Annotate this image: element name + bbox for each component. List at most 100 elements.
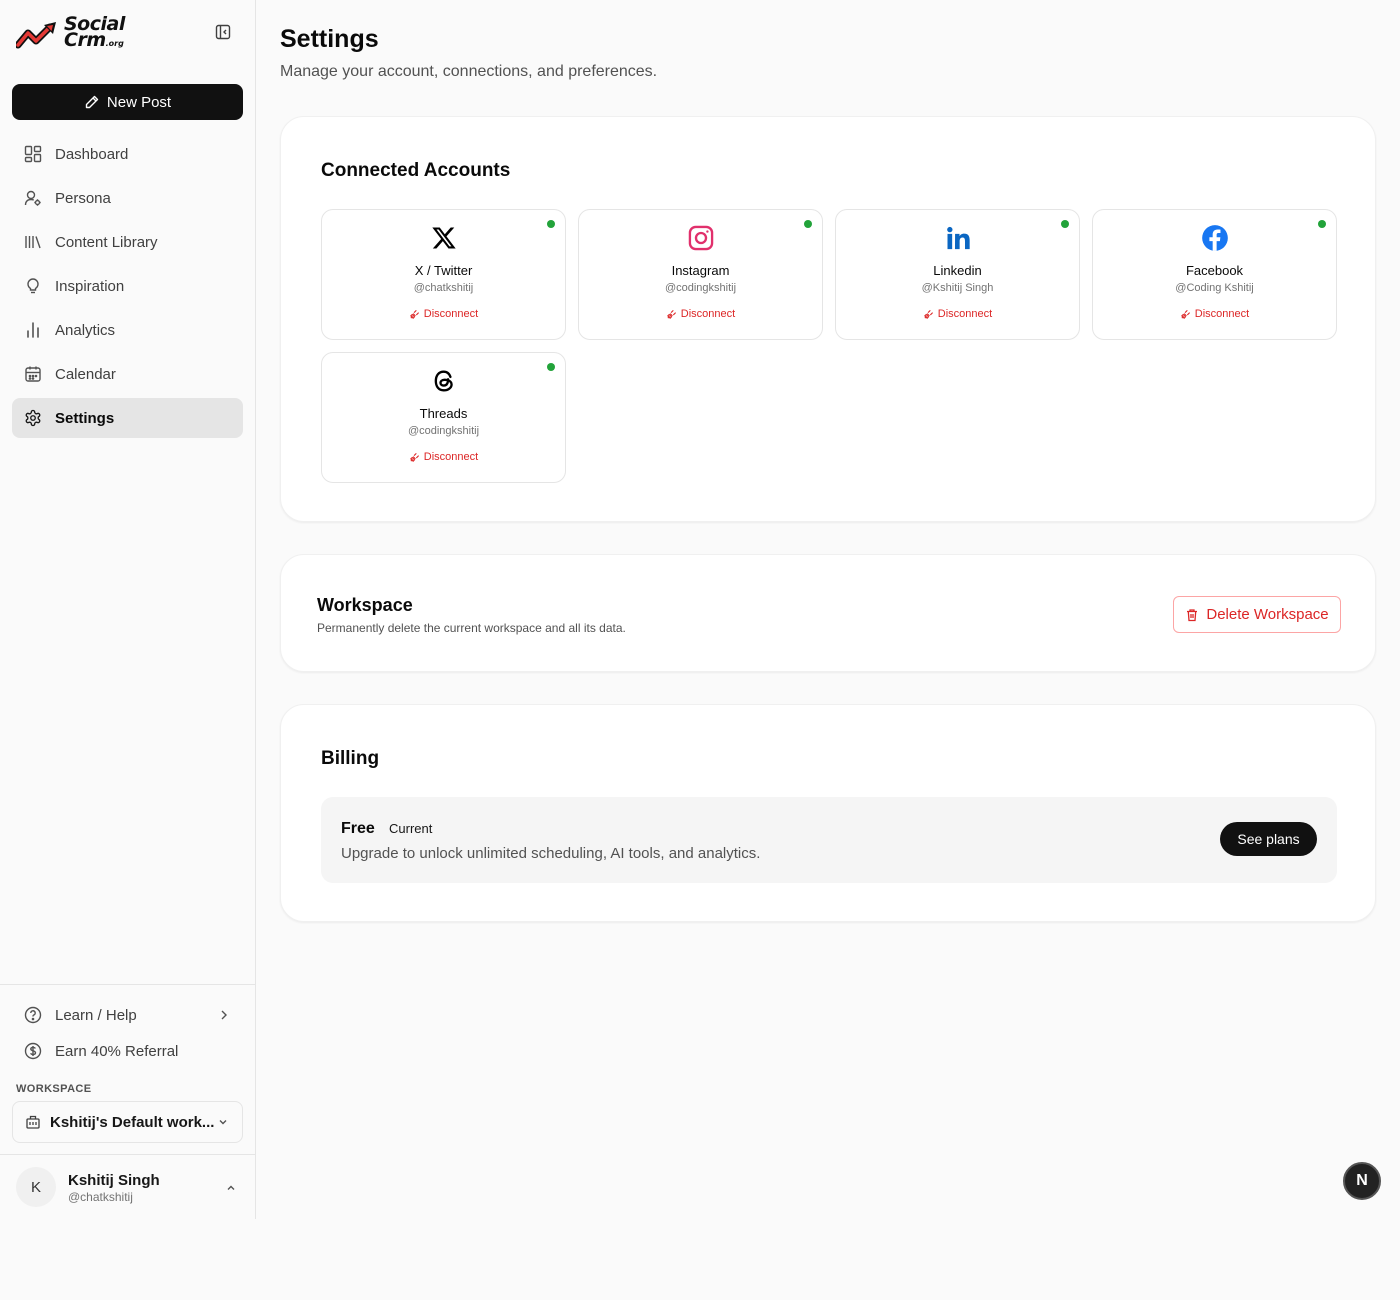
- logo-text: Social Crm.org: [64, 13, 125, 51]
- disconnect-label: Disconnect: [423, 308, 479, 320]
- nav-item-persona[interactable]: Persona: [12, 178, 243, 218]
- workspace-name: Kshitij's Default work...: [50, 1113, 215, 1131]
- disconnect-label: Disconnect: [423, 451, 479, 463]
- account-handle: @chatkshitij: [413, 282, 474, 294]
- disconnect-button[interactable]: Disconnect: [1093, 308, 1336, 320]
- account-card-threads: Threads @codingkshitij Disconnect: [321, 352, 566, 483]
- main-nav: Dashboard Persona Content Library Inspir…: [12, 134, 243, 442]
- billing-card: Billing Free Current Upgrade to unlock u…: [280, 704, 1376, 922]
- building-icon: [26, 1115, 40, 1129]
- connected-status-dot: [1061, 220, 1069, 228]
- sidebar-footer: Learn / Help Earn 40% Referral WORKSPACE…: [0, 984, 255, 1143]
- current-plan-badge: Current: [389, 821, 433, 836]
- disconnect-button[interactable]: Disconnect: [579, 308, 822, 320]
- workspace-description: Permanently delete the current workspace…: [317, 621, 626, 635]
- trend-arrow-logo-icon: [16, 22, 56, 49]
- account-name: Linkedin: [933, 263, 982, 278]
- nav-label: Analytics: [55, 321, 116, 339]
- disconnect-label: Disconnect: [937, 308, 993, 320]
- social-crm-logo[interactable]: Social Crm.org: [16, 14, 128, 54]
- account-handle: @codingkshitij: [664, 282, 737, 294]
- calendar-icon: [25, 366, 41, 382]
- new-post-button[interactable]: New Post: [12, 84, 243, 120]
- facebook-icon: [1201, 224, 1229, 252]
- lightbulb-icon: [27, 278, 39, 294]
- unplug-icon: [923, 309, 933, 319]
- help-circle-icon: [24, 1006, 42, 1024]
- pencil-icon: [85, 95, 99, 109]
- disconnect-label: Disconnect: [680, 308, 736, 320]
- connected-status-dot: [804, 220, 812, 228]
- nav-item-dashboard[interactable]: Dashboard: [12, 134, 243, 174]
- sidebar: Social Crm.org New Post Dashboard Person…: [0, 0, 256, 1219]
- learn-help-link[interactable]: Learn / Help: [12, 999, 243, 1031]
- nav-label: Dashboard: [55, 145, 129, 163]
- user-name: Kshitij Singh: [68, 1172, 160, 1189]
- billing-title: Billing: [321, 748, 380, 769]
- workspace-title: Workspace: [317, 595, 413, 615]
- account-handle: @codingkshitij: [407, 425, 480, 437]
- disconnect-button[interactable]: Disconnect: [322, 308, 565, 320]
- account-handle: @Coding Kshitij: [1175, 282, 1254, 294]
- connected-status-dot: [1318, 220, 1326, 228]
- account-card-instagram: Instagram @codingkshitij Disconnect: [578, 209, 823, 340]
- nav-item-settings[interactable]: Settings: [12, 398, 243, 438]
- account-card-facebook: Facebook @Coding Kshitij Disconnect: [1092, 209, 1337, 340]
- unplug-icon: [666, 309, 676, 319]
- page-title: Settings: [280, 25, 379, 53]
- account-name: Instagram: [671, 263, 730, 278]
- workspace-section-label: WORKSPACE: [16, 1083, 92, 1095]
- connected-status-dot: [547, 363, 555, 371]
- nav-label: Settings: [55, 409, 115, 427]
- delete-workspace-label: Delete Workspace: [1206, 606, 1329, 623]
- account-name: Threads: [419, 406, 468, 421]
- dashboard-icon: [24, 145, 42, 163]
- user-handle: @chatkshitij: [68, 1190, 133, 1204]
- disconnect-label: Disconnect: [1194, 308, 1250, 320]
- nav-item-inspiration[interactable]: Inspiration: [12, 266, 243, 306]
- plan-name: Free: [341, 820, 375, 837]
- gear-icon: [25, 409, 41, 427]
- nextjs-dev-badge[interactable]: N: [1343, 1162, 1381, 1200]
- current-plan-panel: Free Current Upgrade to unlock unlimited…: [321, 797, 1337, 883]
- see-plans-button[interactable]: See plans: [1220, 822, 1317, 856]
- persona-icon: [24, 190, 41, 206]
- workspace-selector[interactable]: Kshitij's Default work...: [12, 1101, 243, 1143]
- linkedin-icon: [944, 224, 972, 252]
- new-post-label: New Post: [106, 93, 172, 111]
- account-handle: @Kshitij Singh: [921, 282, 994, 294]
- collapse-sidebar-button[interactable]: [213, 22, 233, 42]
- account-card-x-twitter: X / Twitter @chatkshitij Disconnect: [321, 209, 566, 340]
- library-icon: [25, 236, 41, 249]
- user-menu[interactable]: K Kshitij Singh @chatkshitij: [0, 1154, 255, 1219]
- nav-label: Content Library: [55, 233, 158, 251]
- connected-accounts-card: Connected Accounts X / Twitter @chatkshi…: [280, 116, 1376, 522]
- page-subtitle: Manage your account, connections, and pr…: [280, 63, 658, 80]
- avatar: K: [16, 1167, 56, 1207]
- chevron-up-icon: [227, 1185, 235, 1190]
- unplug-icon: [409, 309, 419, 319]
- nav-item-analytics[interactable]: Analytics: [12, 310, 243, 350]
- connected-status-dot: [547, 220, 555, 228]
- referral-link[interactable]: Earn 40% Referral: [12, 1035, 243, 1067]
- threads-icon: [430, 367, 458, 395]
- learn-help-label: Learn / Help: [55, 1006, 137, 1024]
- dollar-circle-icon: [24, 1042, 42, 1060]
- unplug-icon: [1180, 309, 1190, 319]
- nav-item-calendar[interactable]: Calendar: [12, 354, 243, 394]
- connected-accounts-title: Connected Accounts: [321, 160, 511, 181]
- workspace-card: Workspace Permanently delete the current…: [280, 554, 1376, 672]
- x-twitter-icon: [430, 224, 458, 252]
- plan-description: Upgrade to unlock unlimited scheduling, …: [341, 845, 761, 862]
- nav-label: Persona: [55, 189, 111, 207]
- trash-icon: [1187, 608, 1198, 621]
- disconnect-button[interactable]: Disconnect: [322, 451, 565, 463]
- chevron-right-icon: [221, 1010, 227, 1020]
- nav-item-content-library[interactable]: Content Library: [12, 222, 243, 262]
- chevron-down-icon: [219, 1120, 227, 1125]
- unplug-icon: [409, 452, 419, 462]
- delete-workspace-button[interactable]: Delete Workspace: [1173, 596, 1341, 633]
- account-card-linkedin: Linkedin @Kshitij Singh Disconnect: [835, 209, 1080, 340]
- account-name: X / Twitter: [414, 263, 473, 278]
- disconnect-button[interactable]: Disconnect: [836, 308, 1079, 320]
